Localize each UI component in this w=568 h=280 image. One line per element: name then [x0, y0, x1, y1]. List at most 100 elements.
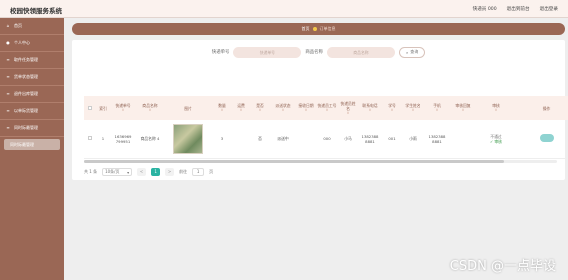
column-header[interactable]: 快递员工号 ⇕: [316, 96, 338, 120]
sidebar-item-management-active[interactable]: 同时际最管理: [4, 139, 60, 150]
sidebar-item-profile[interactable]: ● 个人中心: [0, 35, 64, 52]
action-button[interactable]: [539, 134, 554, 143]
column-header[interactable]: 学号 ⇕: [382, 96, 402, 120]
top-bar: 校园快领服务系统 快递员 000 退出到前台 退出登录: [0, 0, 568, 18]
search-label-tracking: 快递单号: [211, 50, 230, 55]
list-icon: ≡: [6, 108, 10, 113]
user-label: 快递员 000: [472, 7, 497, 12]
sidebar-item-label: 首页: [14, 23, 22, 28]
sidebar-item-label: 同时际最管理: [14, 125, 38, 130]
tracking-number-input[interactable]: 快递单号: [233, 46, 302, 58]
total-count: 共 1 条: [84, 169, 98, 174]
column-header: 操作: [516, 96, 568, 120]
cell-qty: 3: [212, 120, 232, 159]
column-header[interactable]: 是否 ⇕: [250, 96, 270, 120]
goto-label: 前往: [179, 169, 188, 174]
sidebar-item-pickup-tasks[interactable]: ≡ 取件任务管理: [0, 52, 64, 69]
orders-table: 索引 快递单号 ⇕ 商品名称 ⇕ 图片 数量 ⇕ 运费 ⇕ 是否 ⇕ 派送状态 ⇕ 接收日期…: [84, 96, 568, 159]
column-header[interactable]: 学生姓名 ⇕: [402, 96, 424, 120]
user-icon: ●: [6, 40, 10, 45]
sidebar-item-label: 退件出库管理: [14, 91, 38, 96]
next-page-button[interactable]: >: [165, 168, 175, 176]
cell-student-id: 001: [382, 120, 402, 159]
product-image[interactable]: [173, 123, 203, 154]
sidebar: ⌂ 首页 ● 个人中心 ≡ 取件任务管理 ≡ 货单状态管理 ≡ 退件出库管理 ≡…: [0, 18, 64, 280]
cell-paid: 否: [250, 120, 270, 159]
page-size-select[interactable]: 10条/页 ▾: [102, 168, 133, 176]
breadcrumb-separator-icon: [312, 27, 317, 31]
cell-fee: [232, 120, 250, 159]
home-icon: ⌂: [6, 23, 10, 28]
cell-index: 1: [96, 120, 110, 159]
column-header[interactable]: 审核 ⇕: [476, 96, 516, 120]
breadcrumb: 首页 订单信息: [72, 23, 565, 35]
goto-page-input[interactable]: 1: [192, 168, 205, 176]
cell-review: 不通过 ✓ 审核: [476, 120, 516, 159]
breadcrumb-home[interactable]: 首页: [302, 26, 310, 32]
sidebar-item-return-out[interactable]: ≡ 退件出库管理: [0, 86, 64, 103]
main-content: 首页 订单信息 快递单号 快递单号 商品名称 商品名称 ⌕ 查询 索引 快递单号…: [64, 18, 568, 280]
column-header[interactable]: 手机 ⇕: [424, 96, 450, 120]
column-header[interactable]: 接收日期 ⇕: [296, 96, 316, 120]
search-icon: ⌕: [405, 49, 409, 55]
search-button-label: 查询: [410, 49, 419, 54]
cell-actions: [516, 120, 568, 159]
sidebar-item-management[interactable]: ≡ 同时际最管理: [0, 120, 64, 137]
column-header[interactable]: 派送状态 ⇕: [270, 96, 296, 120]
cell-image: [164, 120, 212, 159]
page-size-value: 10条/页: [105, 169, 120, 174]
row-checkbox[interactable]: [84, 120, 96, 159]
cell-product: 商品名称 4: [136, 120, 164, 159]
product-name-input[interactable]: 商品名称: [326, 46, 395, 58]
cell-tracking: 1636969 799951: [110, 120, 136, 159]
search-row: 快递单号 快递单号 商品名称 商品名称 ⌕ 查询: [72, 45, 565, 59]
top-right-menu: 快递员 000 退出到前台 退出登录: [473, 6, 558, 12]
cell-date: [296, 120, 316, 159]
column-header[interactable]: 联系电话 ⇕: [358, 96, 382, 120]
sidebar-item-home[interactable]: ⌂ 首页: [0, 18, 64, 35]
list-icon: ≡: [6, 74, 10, 79]
cell-courier-name: 小马: [338, 120, 358, 159]
cell-student-name: 小雨: [402, 120, 424, 159]
logout-link[interactable]: 退出登录: [540, 6, 558, 12]
table-row: 1 1636969 799951 商品名称 4 3 否 派送中 000 小马 1…: [84, 120, 568, 159]
sidebar-item-order-status[interactable]: ≡ 货单状态管理: [0, 69, 64, 86]
search-label-product: 商品名称: [305, 50, 323, 55]
pagination: 共 1 条 10条/页 ▾ < 1 > 前往 1 页: [84, 167, 213, 177]
select-all-checkbox[interactable]: [84, 96, 96, 120]
sidebar-item-label: 取件任务管理: [14, 57, 38, 62]
column-header[interactable]: 数量 ⇕: [212, 96, 232, 120]
column-header[interactable]: 商品名称 ⇕: [136, 96, 164, 120]
sidebar-item-label: 同时际最管理: [10, 141, 34, 147]
cell-mobile: 1382388 8881: [424, 120, 450, 159]
search-button[interactable]: ⌕ 查询: [398, 46, 426, 58]
watermark-text: CSDN @一点毕设: [449, 259, 556, 274]
sidebar-item-label: 以单际货管理: [14, 108, 38, 113]
app-title: 校园快领服务系统: [10, 7, 62, 15]
cell-reply: [450, 120, 476, 159]
cell-phone: 1382388 8881: [358, 120, 382, 159]
sidebar-item-label: 货单状态管理: [14, 74, 38, 79]
column-header: 索引: [96, 96, 110, 120]
column-header[interactable]: 运费 ⇕: [232, 96, 250, 120]
column-header[interactable]: 快递单号 ⇕: [110, 96, 136, 120]
goto-suffix: 页: [209, 169, 214, 174]
prev-page-button[interactable]: <: [137, 168, 147, 176]
page-number-button[interactable]: 1: [151, 168, 161, 176]
breadcrumb-current: 订单信息: [319, 26, 336, 31]
chevron-down-icon: ▾: [127, 169, 130, 175]
sidebar-item-label: 个人中心: [14, 40, 30, 45]
back-to-front-link[interactable]: 退出到前台: [507, 6, 530, 12]
column-header[interactable]: 快递员姓名 ⇕: [338, 96, 358, 120]
list-icon: ≡: [6, 91, 10, 96]
horizontal-scrollbar[interactable]: [84, 160, 557, 163]
table-header-row: 索引 快递单号 ⇕ 商品名称 ⇕ 图片 数量 ⇕ 运费 ⇕ 是否 ⇕ 派送状态 ⇕ 接收日期…: [84, 96, 568, 120]
review-action[interactable]: ✓ 审核: [477, 139, 515, 144]
cell-status: 派送中: [270, 120, 296, 159]
list-icon: ≡: [6, 125, 10, 130]
cell-courier-id: 000: [316, 120, 338, 159]
scrollbar-thumb[interactable]: [84, 160, 504, 163]
column-header[interactable]: 审核回复 ⇕: [450, 96, 476, 120]
data-panel: 快递单号 快递单号 商品名称 商品名称 ⌕ 查询 索引 快递单号 ⇕ 商品名称 …: [72, 40, 568, 180]
sidebar-item-order-goods[interactable]: ≡ 以单际货管理: [0, 103, 64, 120]
